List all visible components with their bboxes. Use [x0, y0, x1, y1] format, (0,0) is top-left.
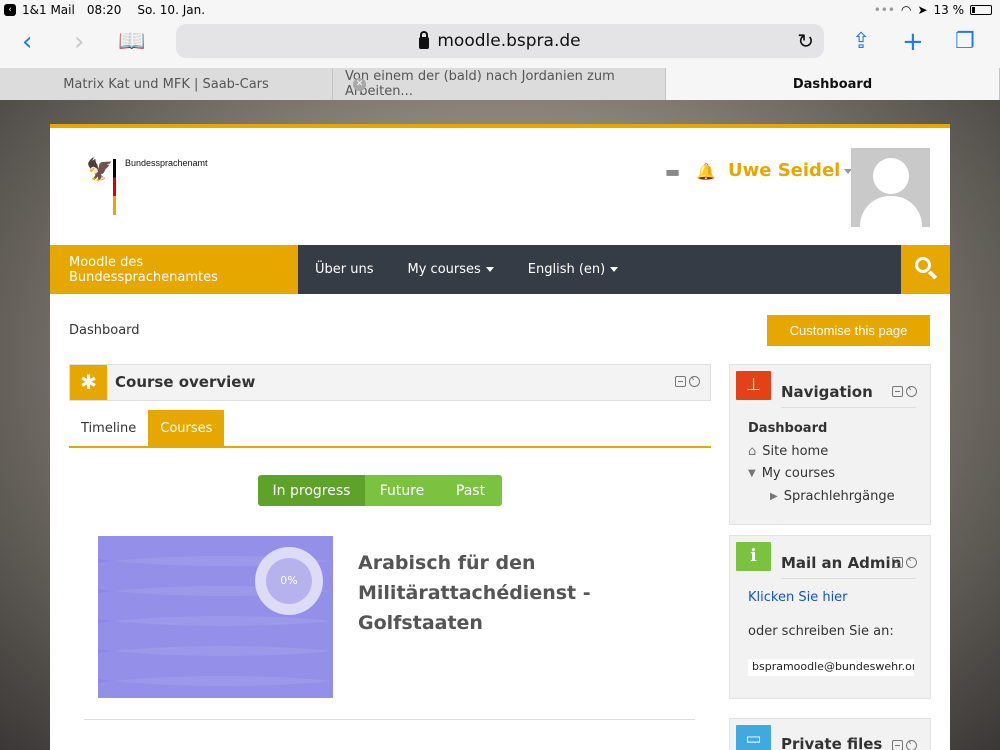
course-progress-label: 0%	[266, 558, 312, 604]
dock-block-icon[interactable]	[906, 737, 917, 750]
wifi-icon: ◠	[900, 3, 912, 17]
tab-label: Von einem der (bald) nach Jordanien zum …	[345, 69, 615, 99]
avatar[interactable]	[851, 148, 930, 227]
nav-label: English (en)	[527, 262, 606, 277]
course-overview-tabs: Timeline Courses	[69, 410, 711, 448]
back-arrow-icon[interactable]: ‹	[4, 4, 16, 16]
battery-icon	[970, 5, 992, 15]
block-title: Course overview	[115, 373, 256, 391]
dock-block-icon[interactable]	[906, 554, 917, 568]
status-time: 08:20	[86, 3, 122, 17]
mail-admin-block: ℹ Mail an Admin Klicken Sie hier oder sc…	[729, 535, 931, 699]
divider	[84, 719, 695, 720]
nav-sprachlehrgaenge[interactable]: ▶ Sprachlehrgänge	[748, 486, 895, 509]
breadcrumb[interactable]: Dashboard	[69, 323, 140, 338]
new-tab-icon[interactable]: +	[902, 28, 924, 56]
nav-my-courses[interactable]: ▼ My courses	[748, 463, 895, 486]
share-icon[interactable]: ⇪	[852, 28, 870, 56]
nav-site-home[interactable]: ⌂ Site home	[748, 441, 895, 464]
close-tab-icon[interactable]: ✕	[353, 77, 366, 91]
block-title: Private files	[781, 735, 883, 750]
filter-past[interactable]: Past	[439, 475, 502, 506]
folder-icon: ▭	[736, 725, 771, 750]
collapse-block-icon[interactable]	[675, 376, 686, 387]
tab-saab[interactable]: Matrix Kat und MFK | Saab-Cars	[0, 68, 333, 100]
email-address[interactable]: bspramoodle@bundeswehr.org	[748, 659, 914, 676]
mail-text: oder schreiben Sie an:	[748, 624, 894, 639]
block-title: Mail an Admin	[781, 554, 902, 572]
tab-label: Dashboard	[792, 76, 873, 92]
tab-timeline[interactable]: Timeline	[69, 410, 148, 446]
customise-page-button[interactable]: Customise this page	[767, 315, 930, 346]
main-navbar: Moodle des Bundessprachenamtes Über uns …	[50, 245, 950, 294]
triangle-right-icon: ▶	[770, 490, 778, 502]
user-menu[interactable]: Uwe Seidel	[728, 160, 853, 181]
navigation-block: ⊥ Navigation Dashboard ⌂Site home ▼My co…	[729, 364, 931, 525]
tabs-overview-icon[interactable]: ❐	[955, 28, 975, 56]
home-icon: ⌂	[748, 443, 757, 459]
status-bar: ‹ 1&1 Mail 08:20 So. 10. Jan. ••• ◠ ➤ 13…	[0, 0, 1000, 20]
tab-courses[interactable]: Courses	[148, 410, 225, 446]
private-files-block: ▭ Private files	[729, 718, 931, 750]
nav-label: My courses	[407, 262, 481, 277]
browser-tabs: Matrix Kat und MFK | Saab-Cars Von einem…	[0, 68, 1000, 100]
lock-icon	[419, 31, 430, 49]
location-icon: ➤	[917, 3, 928, 17]
logo-text[interactable]: Bundessprachenamt	[125, 158, 208, 168]
chevron-down-icon	[610, 267, 619, 272]
nav-item-language[interactable]: English (en)	[511, 245, 635, 294]
address-bar[interactable]: moodle.bspra.de ↻	[176, 24, 824, 58]
back-app-label[interactable]: 1&1 Mail	[22, 3, 75, 17]
nav-label: Über uns	[315, 262, 374, 277]
course-image[interactable]: 0%	[98, 536, 333, 698]
chevron-down-icon	[485, 267, 494, 272]
nav-brand[interactable]: Moodle des Bundessprachenamtes	[50, 245, 298, 294]
nav-item-my-courses[interactable]: My courses	[391, 245, 511, 294]
course-progress-ring: 0%	[255, 547, 323, 615]
course-title-link[interactable]: Arabisch für den Militärattachédienst - …	[358, 548, 618, 638]
triangle-down-icon: ▼	[748, 468, 756, 480]
tab-jordanien[interactable]: Von einem der (bald) nach Jordanien zum …	[333, 68, 666, 100]
moodle-page: 🦅 Bundessprachenamt ▬ 🔔 Uwe Seidel Moodl…	[50, 124, 950, 750]
dock-block-icon[interactable]	[689, 373, 700, 387]
user-name: Uwe Seidel	[728, 160, 841, 181]
collapse-block-icon[interactable]	[892, 740, 903, 750]
logo-flag-bar	[113, 159, 116, 215]
collapse-block-icon[interactable]	[892, 557, 903, 568]
messages-icon[interactable]: ▬	[665, 162, 680, 181]
block-title: Navigation	[781, 383, 873, 401]
asterisk-icon: ✱	[70, 365, 107, 400]
bookmarks-icon[interactable]: 📖	[118, 28, 145, 56]
tab-label: Matrix Kat und MFK | Saab-Cars	[63, 76, 269, 92]
browser-toolbar: ‹ › 📖 moodle.bspra.de ↻ ⇪ + ❐	[0, 20, 1000, 68]
course-filter-group: In progress Future Past	[258, 475, 502, 506]
filter-in-progress[interactable]: In progress	[258, 475, 365, 506]
reload-icon[interactable]: ↻	[797, 29, 814, 53]
filter-future[interactable]: Future	[365, 475, 439, 506]
info-icon: ℹ	[736, 542, 771, 571]
battery-label: 13 %	[933, 3, 965, 17]
notifications-bell-icon[interactable]: 🔔	[696, 162, 716, 181]
search-button[interactable]	[901, 245, 950, 294]
tab-dashboard[interactable]: ✕ Dashboard	[353, 68, 1000, 100]
course-overview-header: ✱ Course overview	[69, 364, 711, 401]
nav-dashboard[interactable]: Dashboard	[748, 418, 895, 441]
mail-link[interactable]: Klicken Sie hier	[748, 590, 848, 605]
collapse-block-icon[interactable]	[892, 386, 903, 397]
forward-icon[interactable]: ›	[74, 28, 84, 56]
nav-item-ueber-uns[interactable]: Über uns	[298, 245, 391, 294]
eagle-logo-icon[interactable]: 🦅	[86, 158, 113, 183]
back-icon[interactable]: ‹	[22, 28, 32, 56]
url-text: moodle.bspra.de	[437, 31, 581, 51]
sitemap-icon: ⊥	[736, 371, 771, 400]
dock-block-icon[interactable]	[906, 383, 917, 397]
status-date: So. 10. Jan.	[137, 3, 206, 17]
more-dots-icon: •••	[873, 3, 895, 17]
